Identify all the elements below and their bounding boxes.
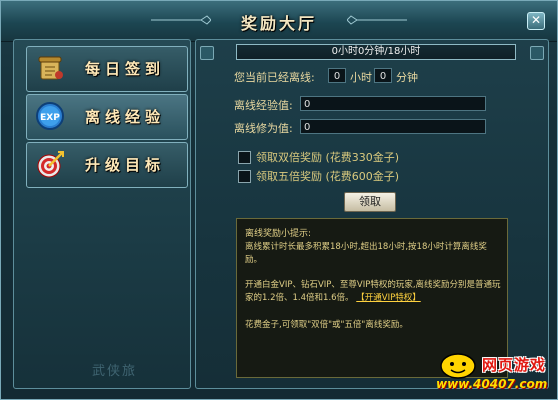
site-logo: 网页游戏 www.40407.com	[432, 351, 556, 397]
double-reward-checkbox[interactable]	[238, 151, 251, 164]
tips-paragraph-vip: 开通白金VIP、钻石VIP、至尊VIP特权的玩家,离线奖励分别是普通玩家的1.2…	[245, 279, 501, 305]
window-title: 奖励大厅	[240, 14, 317, 33]
title-bar[interactable]: 奖励大厅 ✕	[1, 1, 557, 42]
five-reward-label: 领取五倍奖励 (花费600金子)	[256, 170, 400, 183]
offline-exp-panel: 0小时0分钟/18小时 您当前已经离线: 0 小时 0 分钟 离线经验值: 0 …	[195, 39, 549, 389]
nav-offline-exp-button[interactable]: EXP 离线经验	[26, 94, 188, 140]
target-icon	[37, 151, 64, 178]
scroll-icon	[38, 56, 63, 80]
offline-exp-value-field: 0	[300, 96, 486, 111]
minutes-unit-label: 分钟	[396, 71, 418, 84]
nav-level-goal-label: 升级目标	[85, 156, 166, 174]
five-reward-checkbox[interactable]	[238, 170, 251, 183]
offline-cultivation-label: 离线修为值:	[234, 122, 293, 135]
offline-hours-field: 0	[328, 68, 346, 83]
hours-unit-label: 小时	[350, 71, 372, 84]
nav-level-goal-button[interactable]: 升级目标	[26, 142, 188, 188]
offline-exp-label: 离线经验值:	[234, 99, 293, 112]
svg-text:EXP: EXP	[40, 113, 60, 123]
offline-cultivation-value-field: 0	[300, 119, 486, 134]
tips-paragraph-limit: 离线累计时长最多积累18小时,超出18小时,按18小时计算离线奖励。	[245, 242, 487, 265]
mascot-icon	[440, 353, 476, 379]
offline-time-progress-text: 0小时0分钟/18小时	[331, 46, 421, 57]
close-button[interactable]: ✕	[527, 12, 545, 30]
offline-minutes-field: 0	[374, 68, 392, 83]
background-watermark-text: 武侠旅	[92, 364, 138, 379]
reward-hall-window: 奖励大厅 ✕ 每日签到 EXP 离线经验 升级目标 武侠旅 0小时0分钟/18小…	[0, 0, 558, 400]
title-ornament-right-icon	[347, 15, 407, 25]
receive-button[interactable]: 领取	[344, 192, 396, 212]
nav-offline-exp-label: 离线经验	[85, 108, 166, 126]
offline-time-progress-bar: 0小时0分钟/18小时	[236, 44, 516, 60]
open-vip-link[interactable]: 【开通VIP特权】	[356, 293, 420, 303]
tips-paragraph-gold: 花费金子,可领取"双倍"或"五倍"离线奖励。	[245, 320, 408, 330]
logo-url: www.40407.com	[436, 377, 548, 391]
nav-daily-signin-button[interactable]: 每日签到	[26, 46, 188, 92]
tips-title: 离线奖励小提示:	[245, 229, 312, 239]
nav-daily-signin-label: 每日签到	[85, 60, 166, 78]
exp-icon: EXP	[36, 102, 64, 130]
left-nav-panel: 每日签到 EXP 离线经验 升级目标 武侠旅	[13, 39, 191, 389]
double-reward-label: 领取双倍奖励 (花费330金子)	[256, 151, 400, 164]
offline-duration-label: 您当前已经离线:	[234, 71, 315, 84]
panel-corner-handle	[200, 46, 214, 60]
logo-text: 网页游戏	[482, 356, 547, 374]
panel-corner-handle	[530, 46, 544, 60]
